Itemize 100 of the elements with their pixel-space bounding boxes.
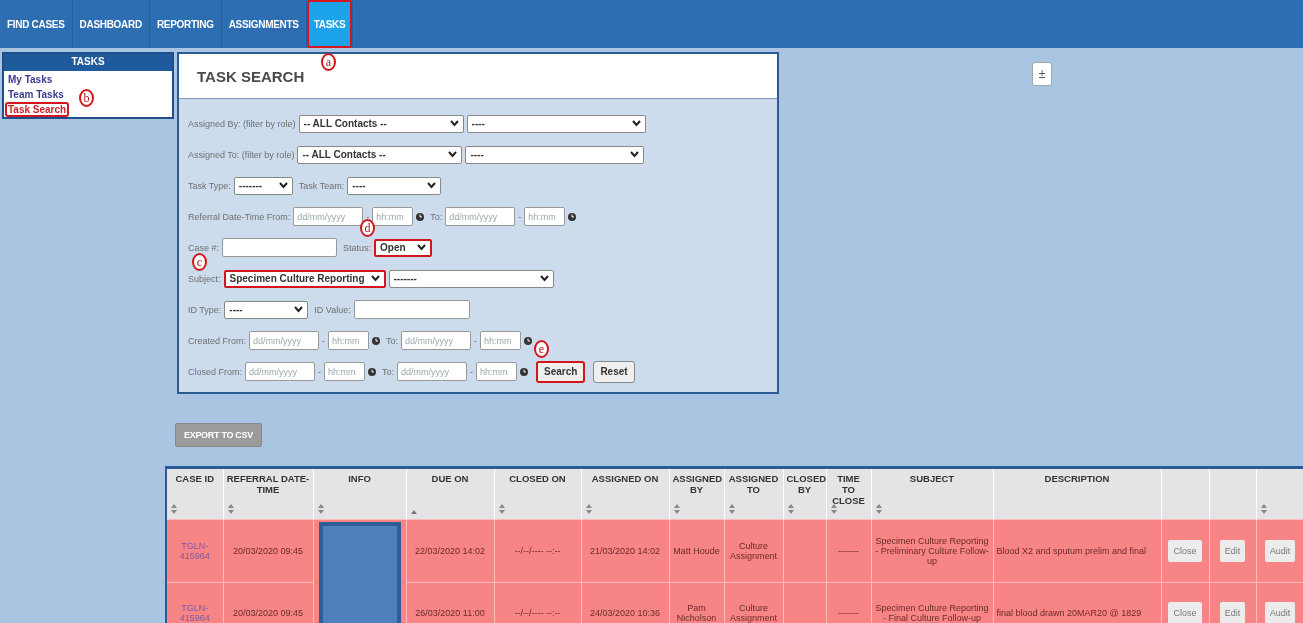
row-action-button[interactable]: Edit	[1219, 539, 1246, 562]
column-label: ASSIGNED ON	[590, 472, 660, 484]
sort-icon[interactable]	[171, 504, 177, 514]
column-label: CLOSED ON	[508, 472, 567, 484]
row-action-button[interactable]: Close	[1168, 602, 1202, 623]
chevron-icon	[448, 151, 458, 158]
sidebar-title: TASKS	[4, 54, 172, 71]
table-cell: 22/03/2020 14:02	[406, 519, 494, 582]
dropdown[interactable]: ----	[465, 145, 645, 164]
field-label: To:	[386, 335, 399, 346]
nav-tab[interactable]: FIND CASES	[0, 0, 73, 48]
time-field[interactable]: hh:mm	[372, 207, 414, 226]
date-field[interactable]: dd/mm/yyyy	[445, 207, 516, 226]
nav-tab[interactable]: ASSIGNMENTS	[221, 0, 307, 48]
table-cell: 20/03/2020 09:45	[223, 582, 313, 623]
dropdown[interactable]: -------	[388, 269, 554, 288]
column-header[interactable]	[1161, 467, 1209, 520]
column-header[interactable]	[1256, 467, 1303, 520]
date-field[interactable]: dd/mm/yyyy	[397, 362, 468, 381]
row-action-button[interactable]: Audit	[1264, 539, 1296, 562]
dropdown[interactable]: ----	[466, 114, 646, 133]
row-action-button[interactable]: Close	[1168, 539, 1202, 562]
dropdown[interactable]: -- ALL Contacts --	[297, 145, 463, 164]
time-field[interactable]: hh:mm	[328, 331, 370, 350]
time-field[interactable]: hh:mm	[476, 362, 518, 381]
text-field[interactable]	[222, 238, 338, 257]
table-cell: -------	[826, 582, 871, 623]
row-action-button[interactable]: Edit	[1219, 602, 1246, 623]
column-label: DUE ON	[430, 472, 470, 484]
sort-icon[interactable]	[673, 504, 680, 514]
dropdown[interactable]: -- ALL Contacts --	[298, 114, 464, 133]
time-field[interactable]: hh:mm	[480, 331, 522, 350]
clock-icon	[520, 367, 529, 376]
date-field[interactable]: dd/mm/yyyy	[293, 207, 364, 226]
dash-separator: -	[474, 335, 478, 346]
sort-icon[interactable]	[498, 504, 505, 514]
time-field[interactable]: hh:mm	[324, 362, 365, 381]
column-label: TIME TO CLOSE	[831, 472, 866, 506]
sidebar-link[interactable]: Task Search	[5, 102, 70, 117]
sidebar-link[interactable]: My Tasks	[5, 72, 56, 87]
table-cell: -------	[826, 519, 871, 582]
column-header[interactable]	[1209, 467, 1256, 520]
form-button[interactable]: Search	[536, 360, 586, 383]
nav-tab[interactable]: DASHBOARD	[72, 0, 150, 48]
field-label: Assigned To: (filter by role)	[188, 149, 295, 160]
sort-asc-icon[interactable]	[410, 510, 417, 514]
table-cell: Pam Nicholson	[669, 582, 724, 623]
dropdown[interactable]: ----	[347, 176, 442, 195]
column-header[interactable]: CASE ID	[166, 467, 223, 520]
column-header[interactable]: INFO	[313, 467, 406, 520]
table-cell: 21/03/2020 14:02	[581, 519, 669, 582]
column-header[interactable]: SUBJECT	[871, 467, 993, 520]
sort-icon[interactable]	[875, 504, 882, 514]
dropdown[interactable]: ----	[224, 300, 309, 319]
dropdown[interactable]: -------	[233, 176, 293, 195]
column-label: ASSIGNED BY	[672, 472, 721, 495]
form-button[interactable]: Reset	[593, 360, 635, 383]
sort-icon[interactable]	[585, 504, 592, 514]
clock-icon	[568, 212, 577, 221]
column-header[interactable]: CLOSED ON	[494, 467, 581, 520]
table-cell: final blood drawn 20MAR20 @ 1829	[993, 582, 1161, 623]
row-action-button[interactable]: Audit	[1264, 602, 1296, 623]
column-header[interactable]: DESCRIPTION	[993, 467, 1161, 520]
dash-separator: -	[470, 366, 474, 377]
sort-icon[interactable]	[728, 504, 735, 514]
sidebar-link[interactable]: Team Tasks	[5, 87, 67, 102]
chevron-icon	[539, 275, 549, 282]
sort-icon[interactable]	[1260, 504, 1267, 514]
nav-tab[interactable]: REPORTING	[149, 0, 222, 48]
clock-icon	[416, 212, 425, 221]
dash-separator: -	[318, 366, 321, 377]
column-header[interactable]: DUE ON	[406, 467, 494, 520]
table-cell: Culture Assignment	[724, 582, 783, 623]
column-header[interactable]: REFERRAL DATE-TIME	[223, 467, 313, 520]
table-cell: 24/03/2020 10:36	[581, 582, 669, 623]
column-header[interactable]: ASSIGNED ON	[581, 467, 669, 520]
date-field[interactable]: dd/mm/yyyy	[249, 331, 320, 350]
date-field[interactable]: dd/mm/yyyy	[401, 331, 472, 350]
dropdown[interactable]: Open	[374, 238, 433, 257]
chevron-icon	[417, 244, 427, 251]
table-cell: --/--/---- --:--	[494, 582, 581, 623]
clock-icon	[368, 367, 376, 376]
dash-separator: -	[366, 211, 370, 222]
field-label: Status:	[343, 242, 372, 253]
dropdown[interactable]: Specimen Culture Reporting	[223, 269, 386, 288]
chevron-icon	[427, 182, 437, 189]
column-header[interactable]: ASSIGNED BY	[669, 467, 724, 520]
text-field[interactable]	[353, 300, 470, 319]
sort-icon[interactable]	[227, 504, 234, 514]
column-header[interactable]: CLOSED BY	[783, 467, 826, 520]
table-cell: Matt Houde	[669, 519, 724, 582]
date-field[interactable]: dd/mm/yyyy	[245, 362, 315, 381]
sort-icon[interactable]	[787, 504, 794, 514]
chevron-icon	[449, 120, 459, 127]
sort-icon[interactable]	[317, 504, 324, 514]
sort-icon[interactable]	[830, 504, 837, 514]
column-header[interactable]: TIME TO CLOSE	[826, 467, 871, 520]
time-field[interactable]: hh:mm	[524, 207, 566, 226]
column-header[interactable]: ASSIGNED TO	[724, 467, 783, 520]
toggle-button[interactable]: ±	[1032, 62, 1052, 86]
